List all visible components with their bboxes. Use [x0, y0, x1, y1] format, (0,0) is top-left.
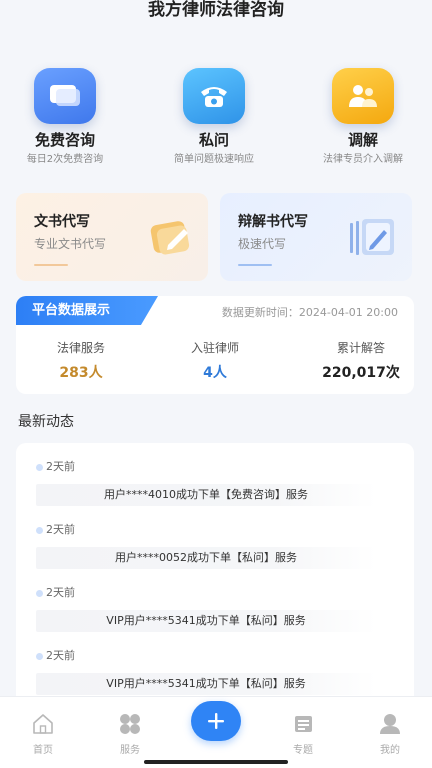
platform-stats-panel: 平台数据展示 数据更新时间：2024-04-01 20:00 法律服务 283人… — [16, 296, 414, 394]
plus-icon — [208, 713, 224, 729]
dot-icon — [36, 463, 43, 471]
page-title: 我方律师法律咨询 — [148, 0, 284, 20]
service-private-ask[interactable]: 私问 简单问题极速响应 — [149, 68, 279, 166]
dot-icon — [36, 589, 43, 597]
tab-label: 我的 — [380, 745, 400, 756]
dot-icon — [36, 652, 43, 660]
service-name: 调解 — [347, 131, 378, 149]
stats-updated-time: 数据更新时间：2024-04-01 20:00 — [221, 306, 398, 319]
document-pen-icon — [148, 215, 194, 261]
tab-topics[interactable]: 专题 — [273, 713, 333, 756]
stat-lawyers: 入驻律师 4人 — [174, 340, 256, 382]
card-underline — [238, 264, 272, 266]
item-message: 用户****0052成功下单【私问】服务 — [36, 547, 376, 569]
service-row: 免费咨询 每日2次免费咨询 私问 简单问题极速响应 调解 法律专员介入调解 — [0, 68, 432, 168]
stats-tag: 平台数据展示 — [16, 296, 158, 325]
stat-answers: 累计解答 220,017次 — [314, 340, 408, 382]
list-item: 2天前 VIP用户****5341成功下单【私问】服务 — [36, 586, 376, 632]
stat-label: 法律服务 — [56, 341, 105, 355]
item-time: 2天前 — [46, 649, 75, 662]
mediation-people-icon — [332, 68, 394, 124]
home-icon — [33, 714, 53, 734]
chat-bubble-icon — [34, 68, 96, 124]
service-name: 私问 — [198, 131, 229, 149]
stat-label: 入驻律师 — [190, 341, 239, 355]
grid-icon — [120, 714, 140, 734]
card-defense-writing[interactable]: 辩解书代写 极速代写 — [220, 193, 412, 281]
list-item: 2天前 用户****4010成功下单【免费咨询】服务 — [36, 460, 376, 506]
tab-services[interactable]: 服务 — [100, 713, 160, 756]
telephone-icon — [183, 68, 245, 124]
stat-label: 累计解答 — [336, 341, 385, 355]
item-time: 2天前 — [46, 586, 75, 599]
feed-title: 最新动态 — [18, 414, 74, 430]
topics-icon — [295, 716, 312, 732]
list-item: 2天前 用户****0052成功下单【私问】服务 — [36, 523, 376, 569]
stat-value: 220,017次 — [322, 365, 400, 381]
list-item: 2天前 VIP用户****5341成功下单【私问】服务 — [36, 649, 376, 695]
card-document-writing[interactable]: 文书代写 专业文书代写 — [16, 193, 208, 281]
service-name: 免费咨询 — [34, 131, 95, 149]
service-desc: 每日2次免费咨询 — [26, 154, 104, 165]
add-button[interactable] — [191, 701, 241, 741]
stat-legal-service: 法律服务 283人 — [40, 340, 122, 382]
stat-value: 4人 — [203, 365, 227, 381]
dot-icon — [36, 526, 43, 534]
activity-feed[interactable]: 2天前 用户****4010成功下单【免费咨询】服务 2天前 用户****005… — [16, 443, 414, 703]
item-time: 2天前 — [46, 523, 75, 536]
tab-label: 首页 — [33, 745, 53, 756]
item-message: 用户****4010成功下单【免费咨询】服务 — [36, 484, 376, 506]
tab-label: 服务 — [120, 745, 140, 756]
item-message: VIP用户****5341成功下单【私问】服务 — [36, 673, 376, 695]
service-desc: 法律专员介入调解 — [323, 154, 403, 165]
stat-value: 283人 — [59, 365, 103, 381]
card-underline — [34, 264, 68, 266]
service-desc: 简单问题极速响应 — [174, 154, 254, 165]
service-mediation[interactable]: 调解 法律专员介入调解 — [298, 68, 428, 166]
service-free-consult[interactable]: 免费咨询 每日2次免费咨询 — [0, 68, 130, 166]
item-time: 2天前 — [46, 460, 75, 473]
item-message: VIP用户****5341成功下单【私问】服务 — [36, 610, 376, 632]
tab-label: 专题 — [293, 745, 313, 756]
user-icon — [380, 714, 400, 734]
home-indicator — [144, 760, 288, 764]
tab-home[interactable]: 首页 — [13, 713, 73, 756]
tab-mine[interactable]: 我的 — [360, 713, 420, 756]
edit-document-icon — [348, 219, 396, 261]
